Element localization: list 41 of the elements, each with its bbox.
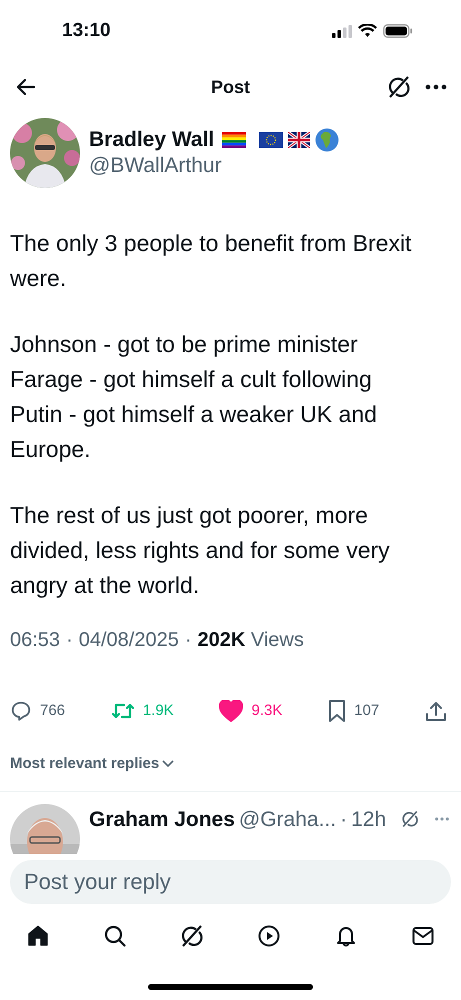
play-icon[interactable] [257, 924, 281, 948]
grok-icon[interactable] [180, 924, 204, 948]
battery-icon [383, 24, 413, 38]
globe-icon [315, 128, 340, 152]
reply-age: 12h [351, 806, 386, 832]
post-text: The rest of us just got poorer, more divided, less rights and for some very angry at the world. [10, 501, 391, 600]
action-count: 766 [40, 700, 66, 721]
status-time: 13:10 [62, 18, 111, 43]
home-icon[interactable] [26, 924, 50, 948]
more-icon[interactable] [425, 84, 447, 90]
uk-flag-icon [288, 132, 310, 148]
post-date: 04/08/2025 [78, 628, 179, 653]
speech-bubble-icon[interactable] [10, 700, 32, 722]
action-count: 107 [354, 700, 380, 721]
wifi-icon [358, 24, 377, 38]
action-count: 1.9K [142, 700, 174, 721]
separator-dot: · [66, 628, 73, 653]
reply-handle[interactable]: @Graha... [238, 804, 336, 835]
bookmark-icon[interactable] [328, 699, 346, 723]
grok-icon[interactable] [401, 810, 419, 828]
post-time: 06:53 [10, 628, 60, 653]
signal-icon [332, 24, 352, 38]
view-count: 202K Views [198, 628, 304, 653]
heart-icon[interactable] [219, 700, 244, 722]
author-name: Bradley Wall [89, 127, 214, 153]
chevron-down-icon [162, 760, 174, 768]
reply-input[interactable]: Post your reply [10, 860, 451, 904]
grok-icon[interactable] [387, 75, 411, 99]
post-text: The only 3 people to benefit from Brexit were. [10, 229, 412, 293]
eu-flag-icon [259, 132, 284, 148]
separator-dot: · [340, 806, 348, 832]
search-icon[interactable] [103, 924, 127, 948]
reply-author: Graham Jones [89, 806, 235, 832]
rainbow-flag-icon [222, 132, 246, 148]
share-icon[interactable] [424, 700, 447, 722]
page-title: Post [210, 76, 250, 96]
separator-dot: · [184, 628, 192, 653]
action-count: 9.3K [251, 700, 282, 721]
author-handle[interactable]: @BWallArthur [89, 153, 340, 179]
post-text: Johnson - got to be prime minister Farage - got himself a cult following Putin - got himself a weaker UK and Europe. [10, 330, 378, 464]
sort-dropdown[interactable]: Most relevant replies [10, 753, 174, 776]
